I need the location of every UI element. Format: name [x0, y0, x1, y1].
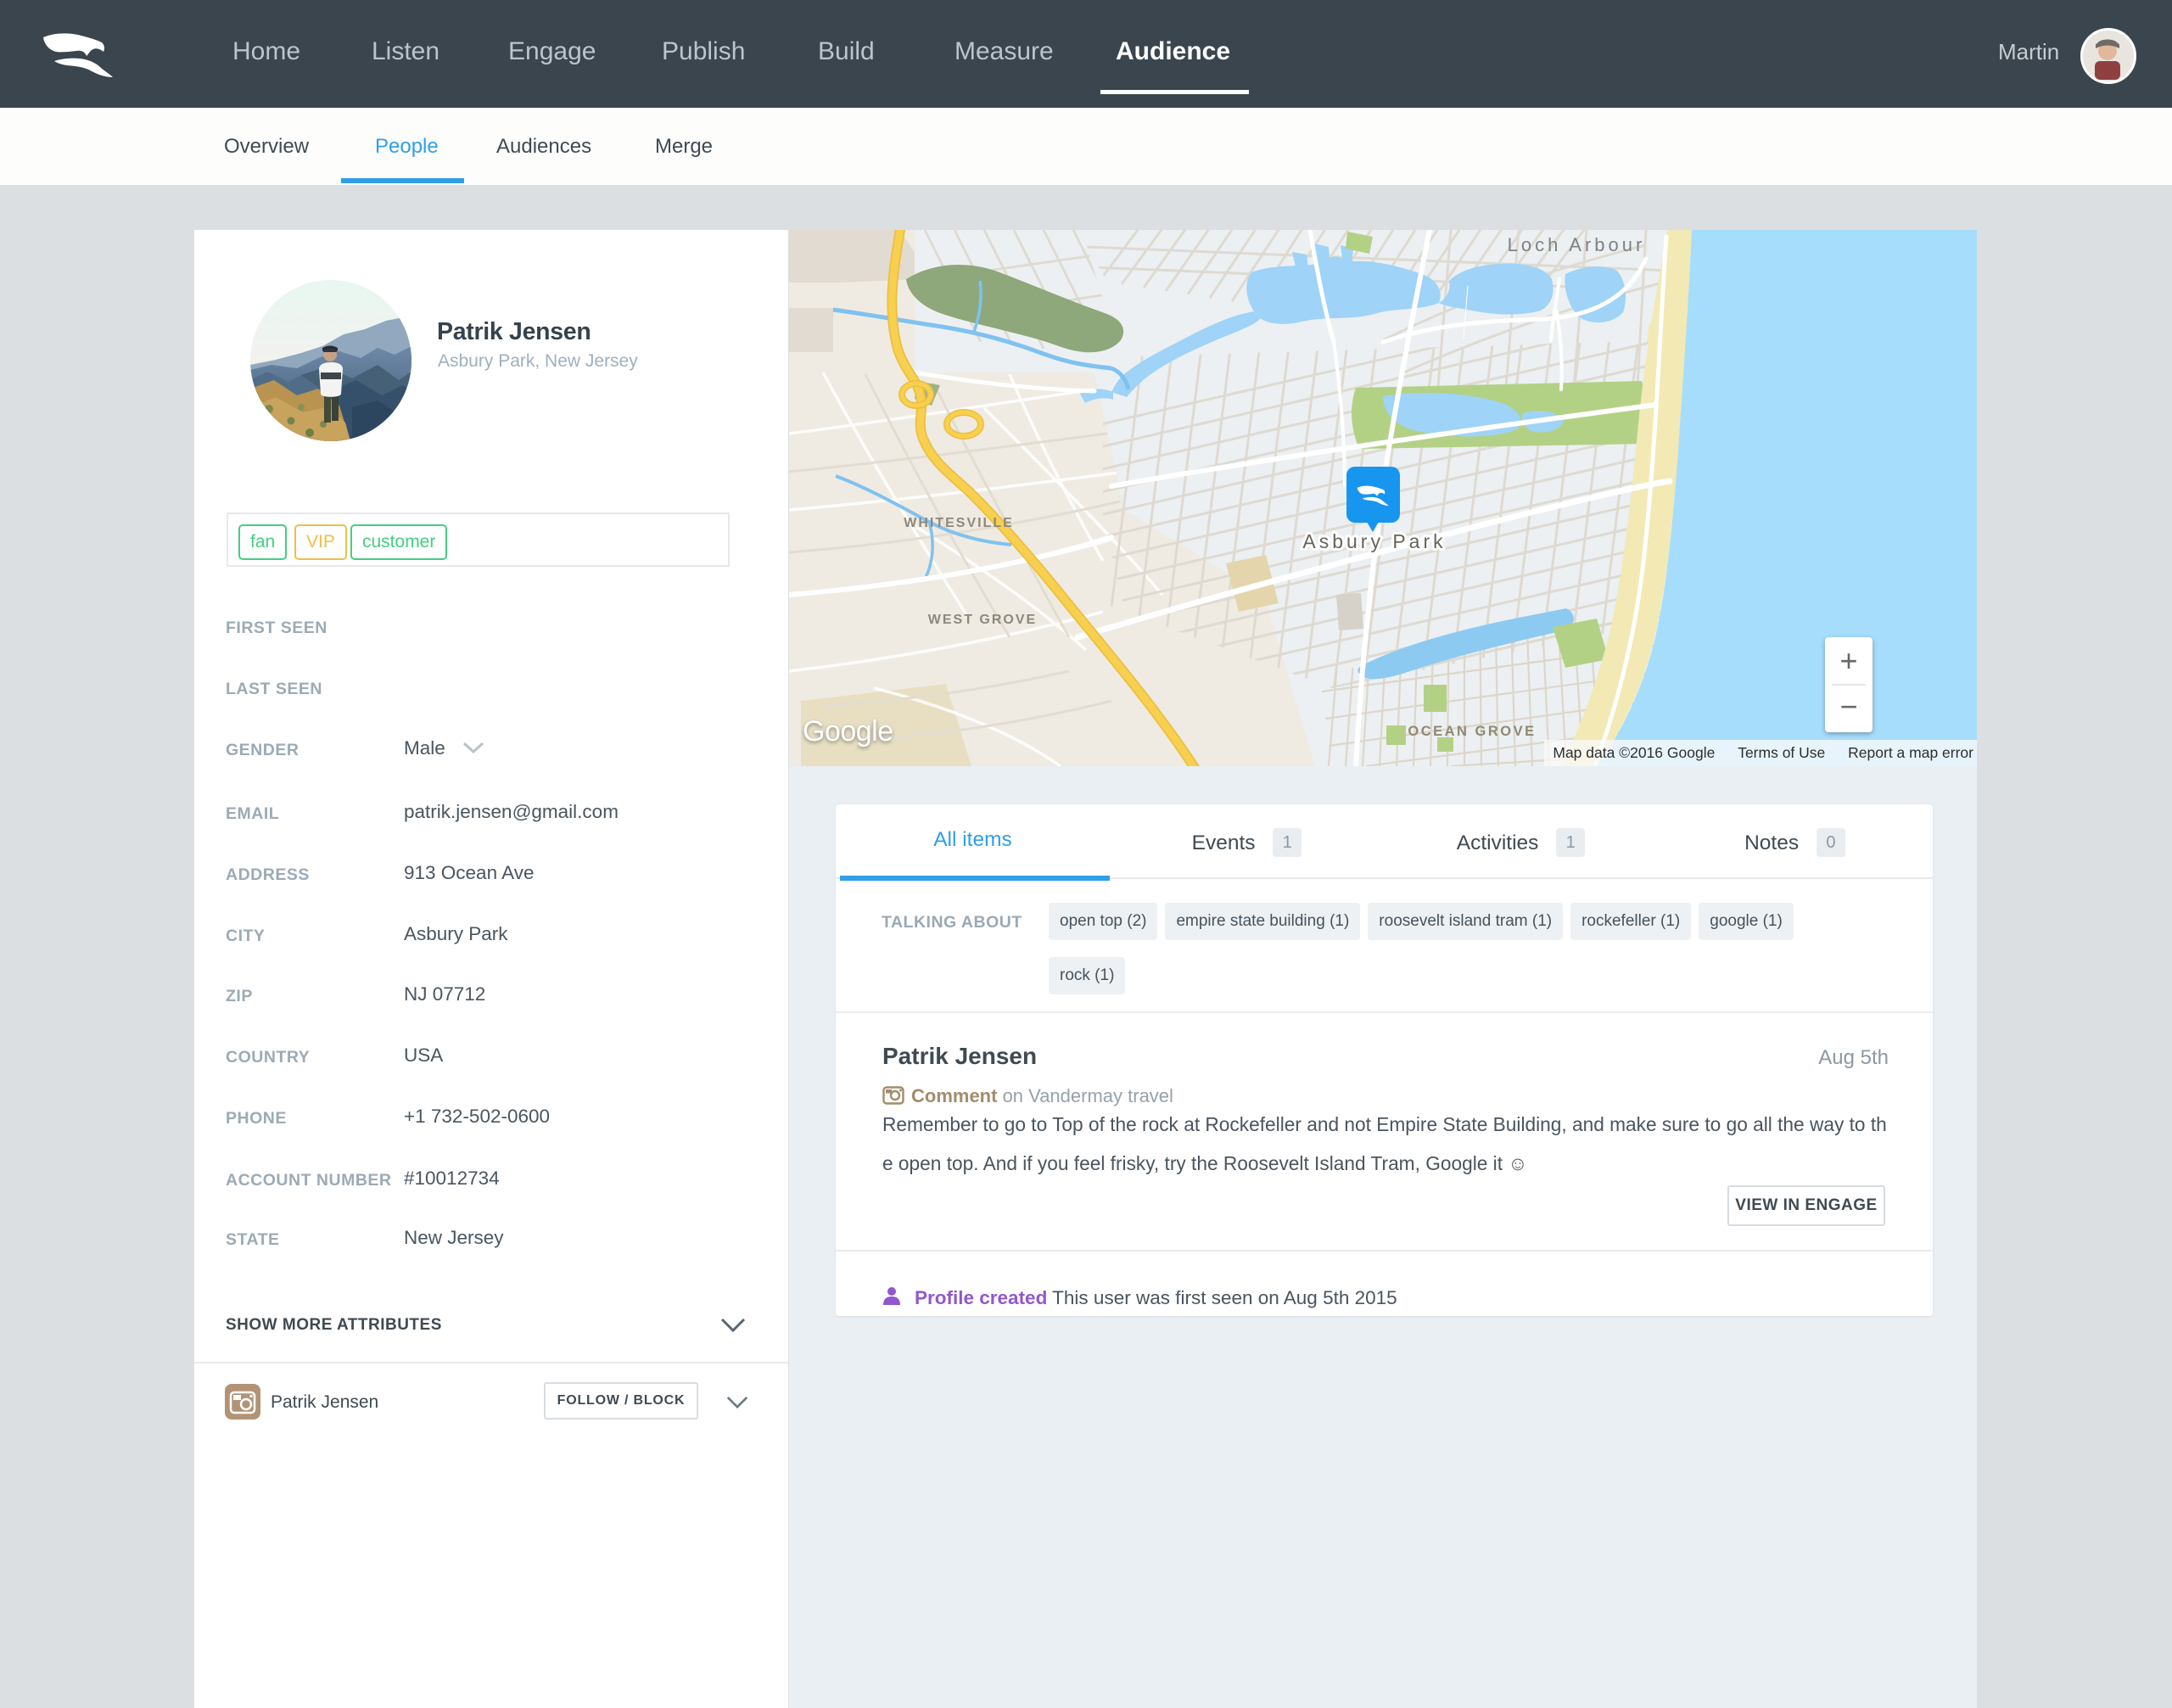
svg-text:Asbury Park: Asbury Park [1302, 530, 1446, 552]
svg-text:WEST GROVE: WEST GROVE [928, 613, 1037, 627]
svg-text:OCEAN GROVE: OCEAN GROVE [1408, 724, 1536, 739]
svg-text:Loch Arbour: Loch Arbour [1508, 234, 1646, 255]
svg-text:WHITESVILLE: WHITESVILLE [904, 516, 1014, 530]
